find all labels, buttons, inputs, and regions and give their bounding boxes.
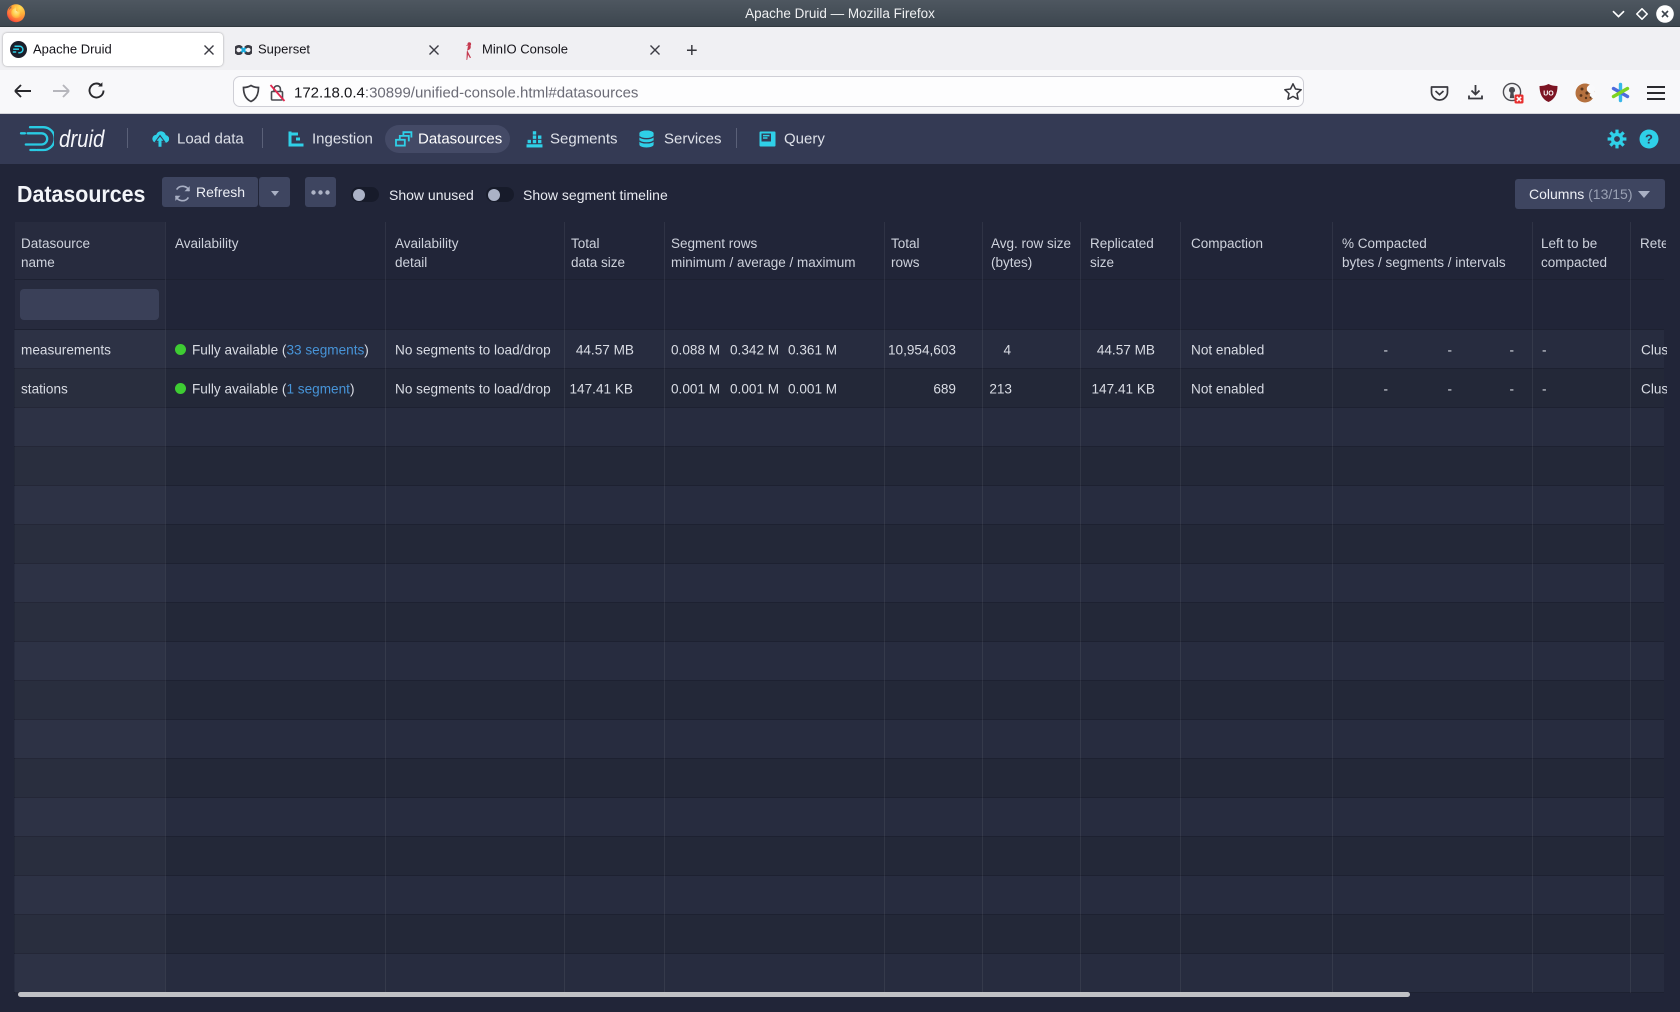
svg-text:UO: UO bbox=[1543, 91, 1554, 98]
svg-text:?: ? bbox=[1645, 132, 1653, 147]
